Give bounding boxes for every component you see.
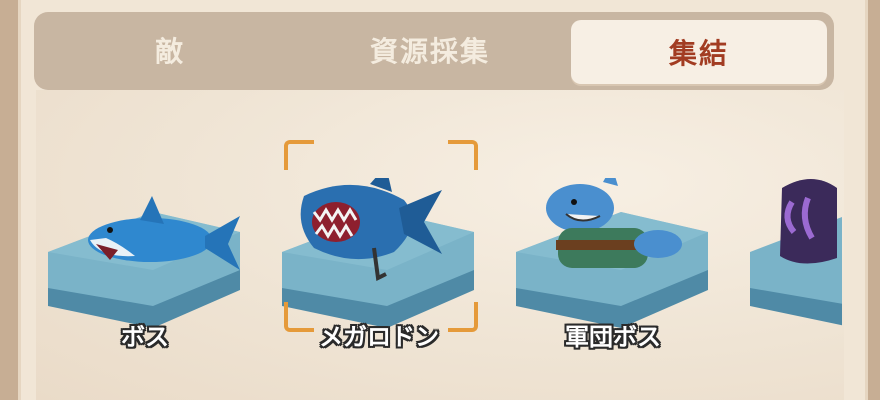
selection-corner-top-right bbox=[448, 140, 478, 170]
tab-rally[interactable]: 集結 bbox=[571, 20, 827, 84]
target-partial-label bbox=[742, 317, 842, 357]
tab-enemy[interactable]: 敵 bbox=[60, 22, 280, 78]
tab-resource-gathering[interactable]: 資源採集 bbox=[320, 22, 540, 78]
target-legion-boss-label: 軍団ボス bbox=[565, 323, 661, 351]
selection-corner-top-left bbox=[284, 140, 314, 170]
target-megalodon-label: メガロドン bbox=[319, 323, 439, 351]
target-boss-label: ボス bbox=[121, 323, 169, 351]
